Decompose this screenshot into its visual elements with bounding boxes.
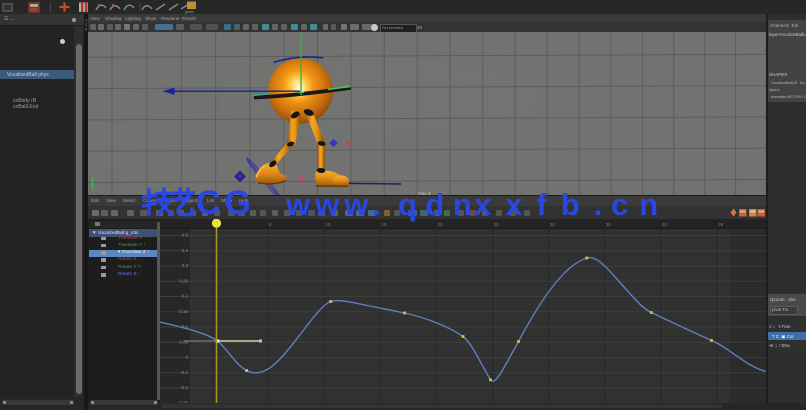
svg-text:15: 15 — [381, 222, 387, 227]
svg-text:25: 25 — [494, 222, 500, 227]
svg-text:40: 40 — [662, 222, 668, 227]
svg-text:0.4: 0.4 — [182, 248, 189, 253]
svg-text:0.25: 0.25 — [179, 278, 188, 283]
svg-text:35: 35 — [606, 222, 612, 227]
svg-text:0.3: 0.3 — [182, 263, 189, 268]
svg-text:0.15: 0.15 — [179, 309, 188, 314]
svg-text:0.2: 0.2 — [182, 294, 189, 299]
svg-text:0.5: 0.5 — [182, 233, 189, 238]
svg-text:45: 45 — [718, 222, 724, 227]
svg-text:-0.1: -0.1 — [180, 370, 188, 375]
svg-text:10: 10 — [325, 222, 331, 227]
svg-text:30: 30 — [550, 222, 556, 227]
svg-text:20: 20 — [438, 222, 444, 227]
svg-text:-0.05: -0.05 — [178, 339, 189, 344]
svg-text:-0.2: -0.2 — [180, 385, 188, 390]
